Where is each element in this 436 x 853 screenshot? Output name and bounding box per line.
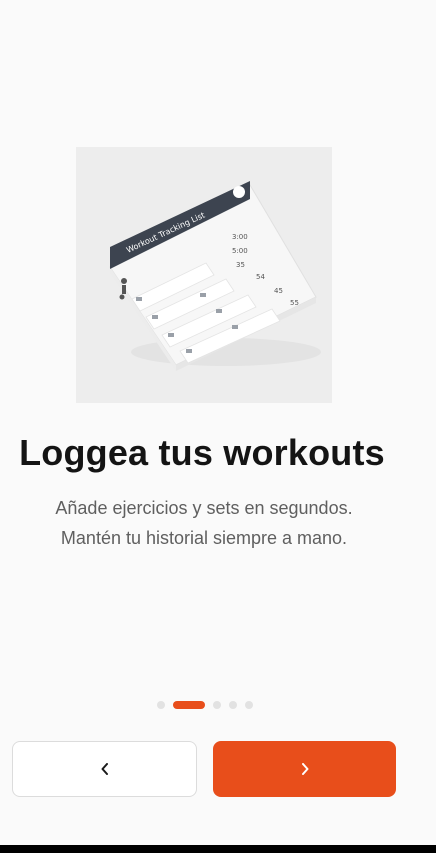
value-text: 35: [236, 261, 245, 269]
value-text: 55: [290, 299, 299, 307]
onboarding-title: Loggea tus workouts: [19, 432, 385, 473]
onboarding-subtitle: Añade ejercicios y sets en segundos. Man…: [0, 493, 408, 553]
page-dot: [157, 701, 165, 709]
value-text: 45: [274, 287, 283, 295]
value-text: 3:00: [232, 233, 248, 241]
chevron-right-icon: [300, 763, 310, 775]
next-button[interactable]: [213, 741, 396, 797]
page-dot: [245, 701, 253, 709]
workout-illustration: Workout Tracking List 3:00 5:00 35 54 45…: [76, 147, 332, 403]
workout-list-illustration-image: Workout Tracking List 3:00 5:00 35 54 45…: [109, 181, 321, 371]
chevron-left-icon: [100, 763, 110, 775]
page-dot-active: [173, 701, 205, 709]
value-text: 54: [256, 273, 265, 281]
page-dot: [213, 701, 221, 709]
back-button[interactable]: [12, 741, 197, 797]
page-indicator: [157, 701, 253, 709]
subtitle-line-2: Mantén tu historial siempre a mano.: [60, 528, 348, 548]
page-dot: [229, 701, 237, 709]
value-text: 5:00: [232, 247, 248, 255]
subtitle-line-1: Añade ejercicios y sets en segundos.: [55, 498, 353, 518]
bottom-system-bar: [0, 845, 436, 853]
onboarding-screen: Workout Tracking List 3:00 5:00 35 54 45…: [0, 0, 436, 853]
